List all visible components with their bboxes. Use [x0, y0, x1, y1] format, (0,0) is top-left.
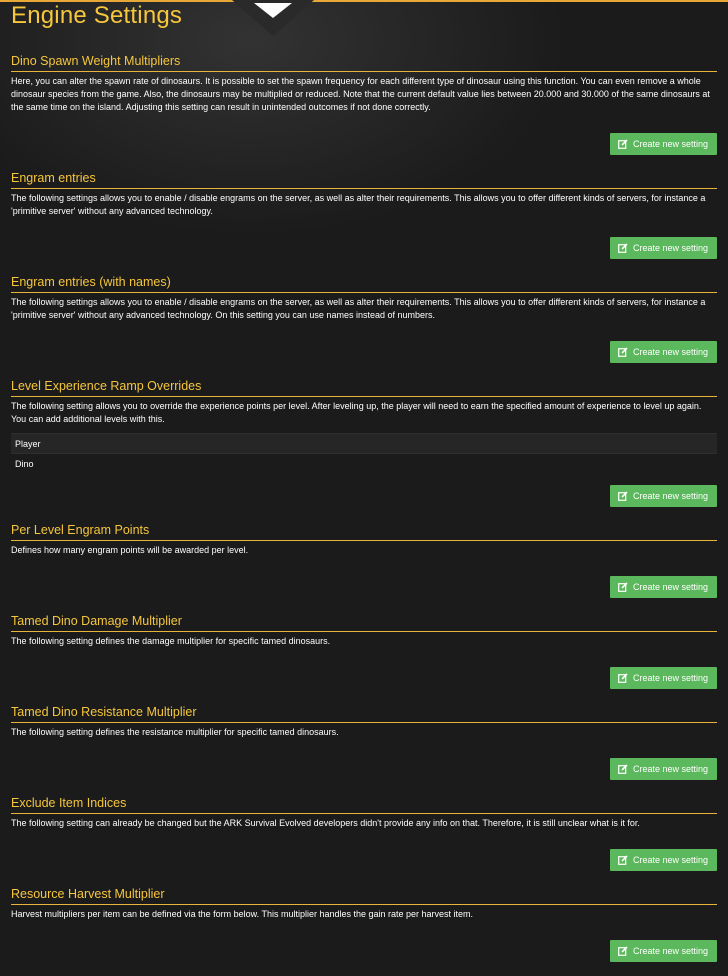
ramp-row-label: Dino	[11, 453, 717, 474]
section-description: Here, you can alter the spawn rate of di…	[11, 76, 710, 112]
create-new-setting-button[interactable]: Create new setting	[609, 133, 717, 155]
section-level-experience-ramp-overrides: Level Experience Ramp Overrides The foll…	[11, 379, 717, 508]
edit-icon	[618, 347, 628, 357]
section-description: Defines how many engram points will be a…	[11, 545, 249, 555]
create-new-setting-button[interactable]: Create new setting	[609, 758, 717, 780]
section-dino-spawn-weight-multipliers: Dino Spawn Weight Multipliers Here, you …	[11, 54, 717, 156]
edit-icon	[618, 582, 628, 592]
button-label: Create new setting	[632, 582, 708, 592]
section-description: The following setting defines the damage…	[11, 636, 331, 646]
section-description: The following setting allows you to over…	[11, 401, 702, 424]
create-new-setting-button[interactable]: Create new setting	[609, 849, 717, 871]
section-tamed-dino-damage-multiplier: Tamed Dino Damage Multiplier The followi…	[11, 614, 717, 690]
edit-icon	[618, 243, 628, 253]
section-description: The following setting defines the resist…	[11, 727, 339, 737]
ramp-row-label: Player	[11, 433, 717, 454]
section-title: Exclude Item Indices	[11, 796, 717, 814]
section-description: Harvest multipliers per item can be defi…	[11, 909, 474, 919]
create-new-setting-button[interactable]: Create new setting	[609, 667, 717, 689]
section-title: Dino Spawn Weight Multipliers	[11, 54, 717, 72]
section-engram-entries: Engram entries The following settings al…	[11, 171, 717, 260]
section-title: Per Level Engram Points	[11, 523, 717, 541]
edit-icon	[618, 946, 628, 956]
button-label: Create new setting	[632, 491, 708, 501]
create-new-setting-button[interactable]: Create new setting	[609, 576, 717, 598]
section-title: Tamed Dino Resistance Multiplier	[11, 705, 717, 723]
section-per-level-engram-points: Per Level Engram Points Defines how many…	[11, 523, 717, 599]
section-resource-harvest-multiplier: Resource Harvest Multiplier Harvest mult…	[11, 887, 717, 963]
edit-icon	[618, 673, 628, 683]
create-new-setting-button[interactable]: Create new setting	[609, 485, 717, 507]
section-title: Resource Harvest Multiplier	[11, 887, 717, 905]
create-new-setting-button[interactable]: Create new setting	[609, 237, 717, 259]
edit-icon	[618, 139, 628, 149]
section-title: Engram entries	[11, 171, 717, 189]
page-title: Engine Settings	[11, 2, 183, 29]
ramp-row-dino[interactable]: Dino	[11, 453, 717, 474]
section-title: Engram entries (with names)	[11, 275, 717, 293]
ramp-row-player[interactable]: Player	[11, 433, 717, 454]
section-engram-entries-with-names: Engram entries (with names) The followin…	[11, 275, 717, 364]
button-label: Create new setting	[632, 347, 708, 357]
edit-icon	[618, 764, 628, 774]
button-label: Create new setting	[632, 764, 708, 774]
section-title: Tamed Dino Damage Multiplier	[11, 614, 717, 632]
button-label: Create new setting	[632, 855, 708, 865]
section-tamed-dino-resistance-multiplier: Tamed Dino Resistance Multiplier The fol…	[11, 705, 717, 781]
button-label: Create new setting	[632, 139, 708, 149]
ramp-override-table: Player Dino	[11, 433, 717, 474]
create-new-setting-button[interactable]: Create new setting	[609, 940, 717, 962]
section-description: The following settings allows you to ena…	[11, 193, 706, 216]
button-label: Create new setting	[632, 946, 708, 956]
create-new-setting-button[interactable]: Create new setting	[609, 341, 717, 363]
button-label: Create new setting	[632, 243, 708, 253]
button-label: Create new setting	[632, 673, 708, 683]
edit-icon	[618, 491, 628, 501]
section-title: Level Experience Ramp Overrides	[11, 379, 717, 397]
edit-icon	[618, 855, 628, 865]
section-exclude-item-indices: Exclude Item Indices The following setti…	[11, 796, 717, 872]
section-description: The following setting can already be cha…	[11, 818, 640, 828]
section-description: The following settings allows you to ena…	[11, 297, 706, 320]
menu-toggle-chevron-icon[interactable]	[232, 0, 314, 36]
